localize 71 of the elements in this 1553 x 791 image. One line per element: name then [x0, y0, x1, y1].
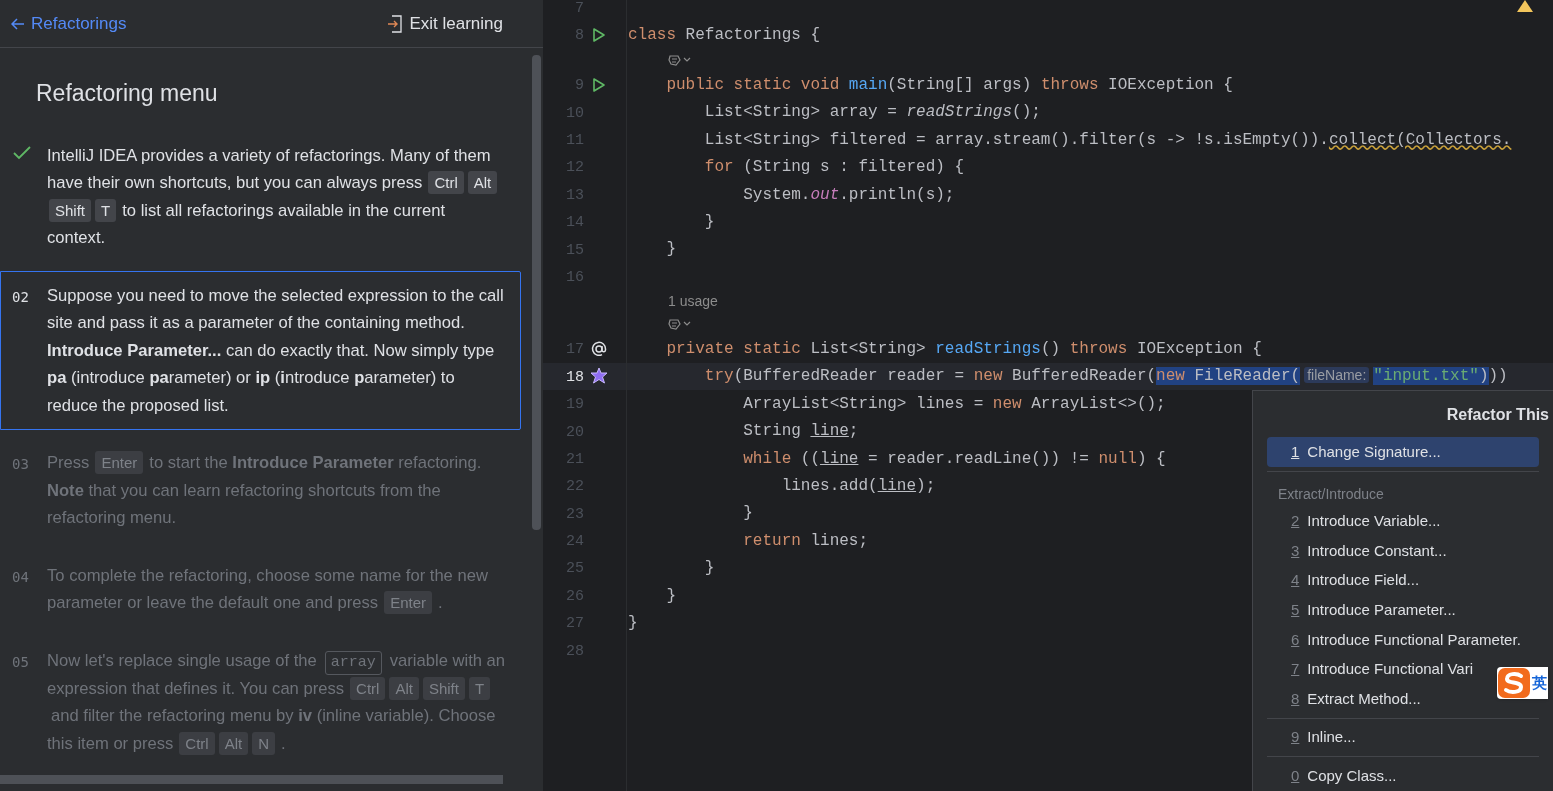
back-link[interactable]: Refactorings — [11, 10, 127, 37]
lesson-title: Refactoring menu — [35, 79, 219, 108]
warning-icon[interactable] — [1517, 0, 1533, 12]
code-line: System.out.println(s); — [742, 184, 955, 206]
code-snippet: array — [324, 650, 382, 675]
at-sign-icon[interactable] — [590, 340, 608, 359]
shortcut-key: Enter — [95, 451, 144, 474]
step-number: 03 — [12, 456, 29, 472]
step-text: Press Enter to start the Introduce Parameter refactoring. Note that you can learn refactoring shortcuts from the refactoring menu. — [47, 450, 483, 529]
code-line: lines.add(line); — [780, 476, 936, 498]
code-line: while ((line = reader.readLine()) != null) { — [742, 448, 1166, 470]
menu-item[interactable]: 6 Introduce Functional Parameter. — [1267, 624, 1525, 655]
menu-item[interactable]: 0 Copy Class... — [1267, 761, 1401, 791]
code-line: } — [703, 558, 715, 580]
step-number: 02 — [12, 288, 29, 305]
menu-item[interactable]: 3 Introduce Constant... — [1267, 536, 1451, 566]
menu-item[interactable]: 5 Introduce Parameter... — [1267, 595, 1460, 625]
exit-icon — [387, 14, 404, 33]
code-line: private static List<String> readStrings() throws IOException { — [665, 339, 1262, 361]
menu-item[interactable]: 9 Inline... — [1267, 722, 1360, 753]
shortcut-key: Ctrl — [428, 171, 464, 194]
exit-learning-button[interactable]: Exit learning — [387, 10, 503, 37]
horizontal-scrollbar[interactable] — [0, 775, 503, 784]
shortcut-key: Ctrl — [179, 731, 215, 755]
menu-item[interactable]: 8 Extract Method... — [1267, 684, 1425, 714]
code-line: } — [665, 585, 676, 607]
shortcut-key: T — [95, 198, 117, 222]
shortcut-key: T — [468, 676, 491, 700]
step-text: To complete the refactoring, choose some name for the new parameter or leave the default one and press Enter . — [47, 564, 489, 616]
star-icon[interactable] — [590, 367, 608, 386]
shortcut-key: Alt — [389, 676, 419, 700]
ime-status-toolbar[interactable]: 英 — [1497, 667, 1548, 699]
usage-hint[interactable]: 1 usage — [668, 291, 718, 313]
menu-item[interactable]: 4 Introduce Field... — [1267, 565, 1424, 596]
code-line: } — [742, 503, 753, 525]
menu-item[interactable]: 2 Introduce Variable... — [1267, 506, 1445, 537]
code-line: } — [665, 239, 676, 261]
run-icon[interactable] — [590, 76, 606, 93]
line-number: 18 — [566, 368, 584, 386]
shortcut-key: Alt — [218, 731, 249, 755]
code-line: String line; — [742, 421, 859, 443]
code-vision-icon[interactable] — [668, 318, 692, 331]
step-text: Suppose you need to move the selected expression to the call site and pass it as a parameter of the containing method. Introduce Parameter... can do exactly that. Now simply type pa (introduce parameter) or ip (introduce parameter) to reduce the proposed list. — [47, 284, 505, 417]
code-vision-icon[interactable] — [668, 54, 692, 67]
shortcut-key: Shift — [49, 198, 91, 222]
code-line: List<String> filtered = array.stream().filter(s -> !s.isEmpty()).collect(Collectors. — [703, 129, 1512, 151]
code-line: } — [628, 613, 638, 634]
step-text: Now let's replace single usage of the array variable with an expression that defines it. You can press Ctrl Alt Shift T and filter the refactoring menu by iv (inline variable). Choose this item or press Ctrl Alt N . — [47, 649, 507, 757]
popup-title: Refactor This — [1446, 405, 1550, 425]
code-line: public static void main(String[] args) throws IOException { — [665, 74, 1233, 96]
step-number: 05 — [12, 653, 29, 670]
arrow-left-icon — [11, 17, 25, 30]
code-line: } — [703, 211, 715, 233]
code-line: class Refactorings { — [628, 25, 821, 47]
code-line: try(BufferedReader reader = new BufferedReader(new FileReader( fileName: "input.txt"))) — [703, 366, 1508, 388]
shortcut-key: Alt — [467, 171, 498, 194]
shortcut-key: N — [252, 731, 276, 755]
section-header: Extract/Introduce — [1278, 484, 1384, 504]
run-icon[interactable] — [590, 27, 606, 44]
code-line: for (String s : filtered) { — [703, 157, 965, 179]
code-line: return lines; — [742, 530, 869, 552]
shortcut-key: Enter — [384, 591, 433, 614]
step-text: IntelliJ IDEA provides a variety of refactorings. Many of them have their own shortcuts, but you can always press Ctrl Alt Shift T to list all refactorings available in the current context. — [47, 141, 507, 252]
code-line: ArrayList<String> lines = new ArrayList<>(); — [742, 393, 1166, 415]
vertical-scrollbar[interactable] — [532, 55, 541, 530]
step-number: 04 — [12, 568, 29, 585]
menu-item[interactable]: 1 Change Signature... — [1267, 437, 1539, 467]
code-line: List<String> array = readStrings(); — [703, 102, 1041, 124]
shortcut-key: Shift — [422, 676, 465, 700]
menu-item[interactable]: 7 Introduce Functional Vari — [1267, 654, 1477, 685]
shortcut-key: Ctrl — [350, 676, 386, 700]
